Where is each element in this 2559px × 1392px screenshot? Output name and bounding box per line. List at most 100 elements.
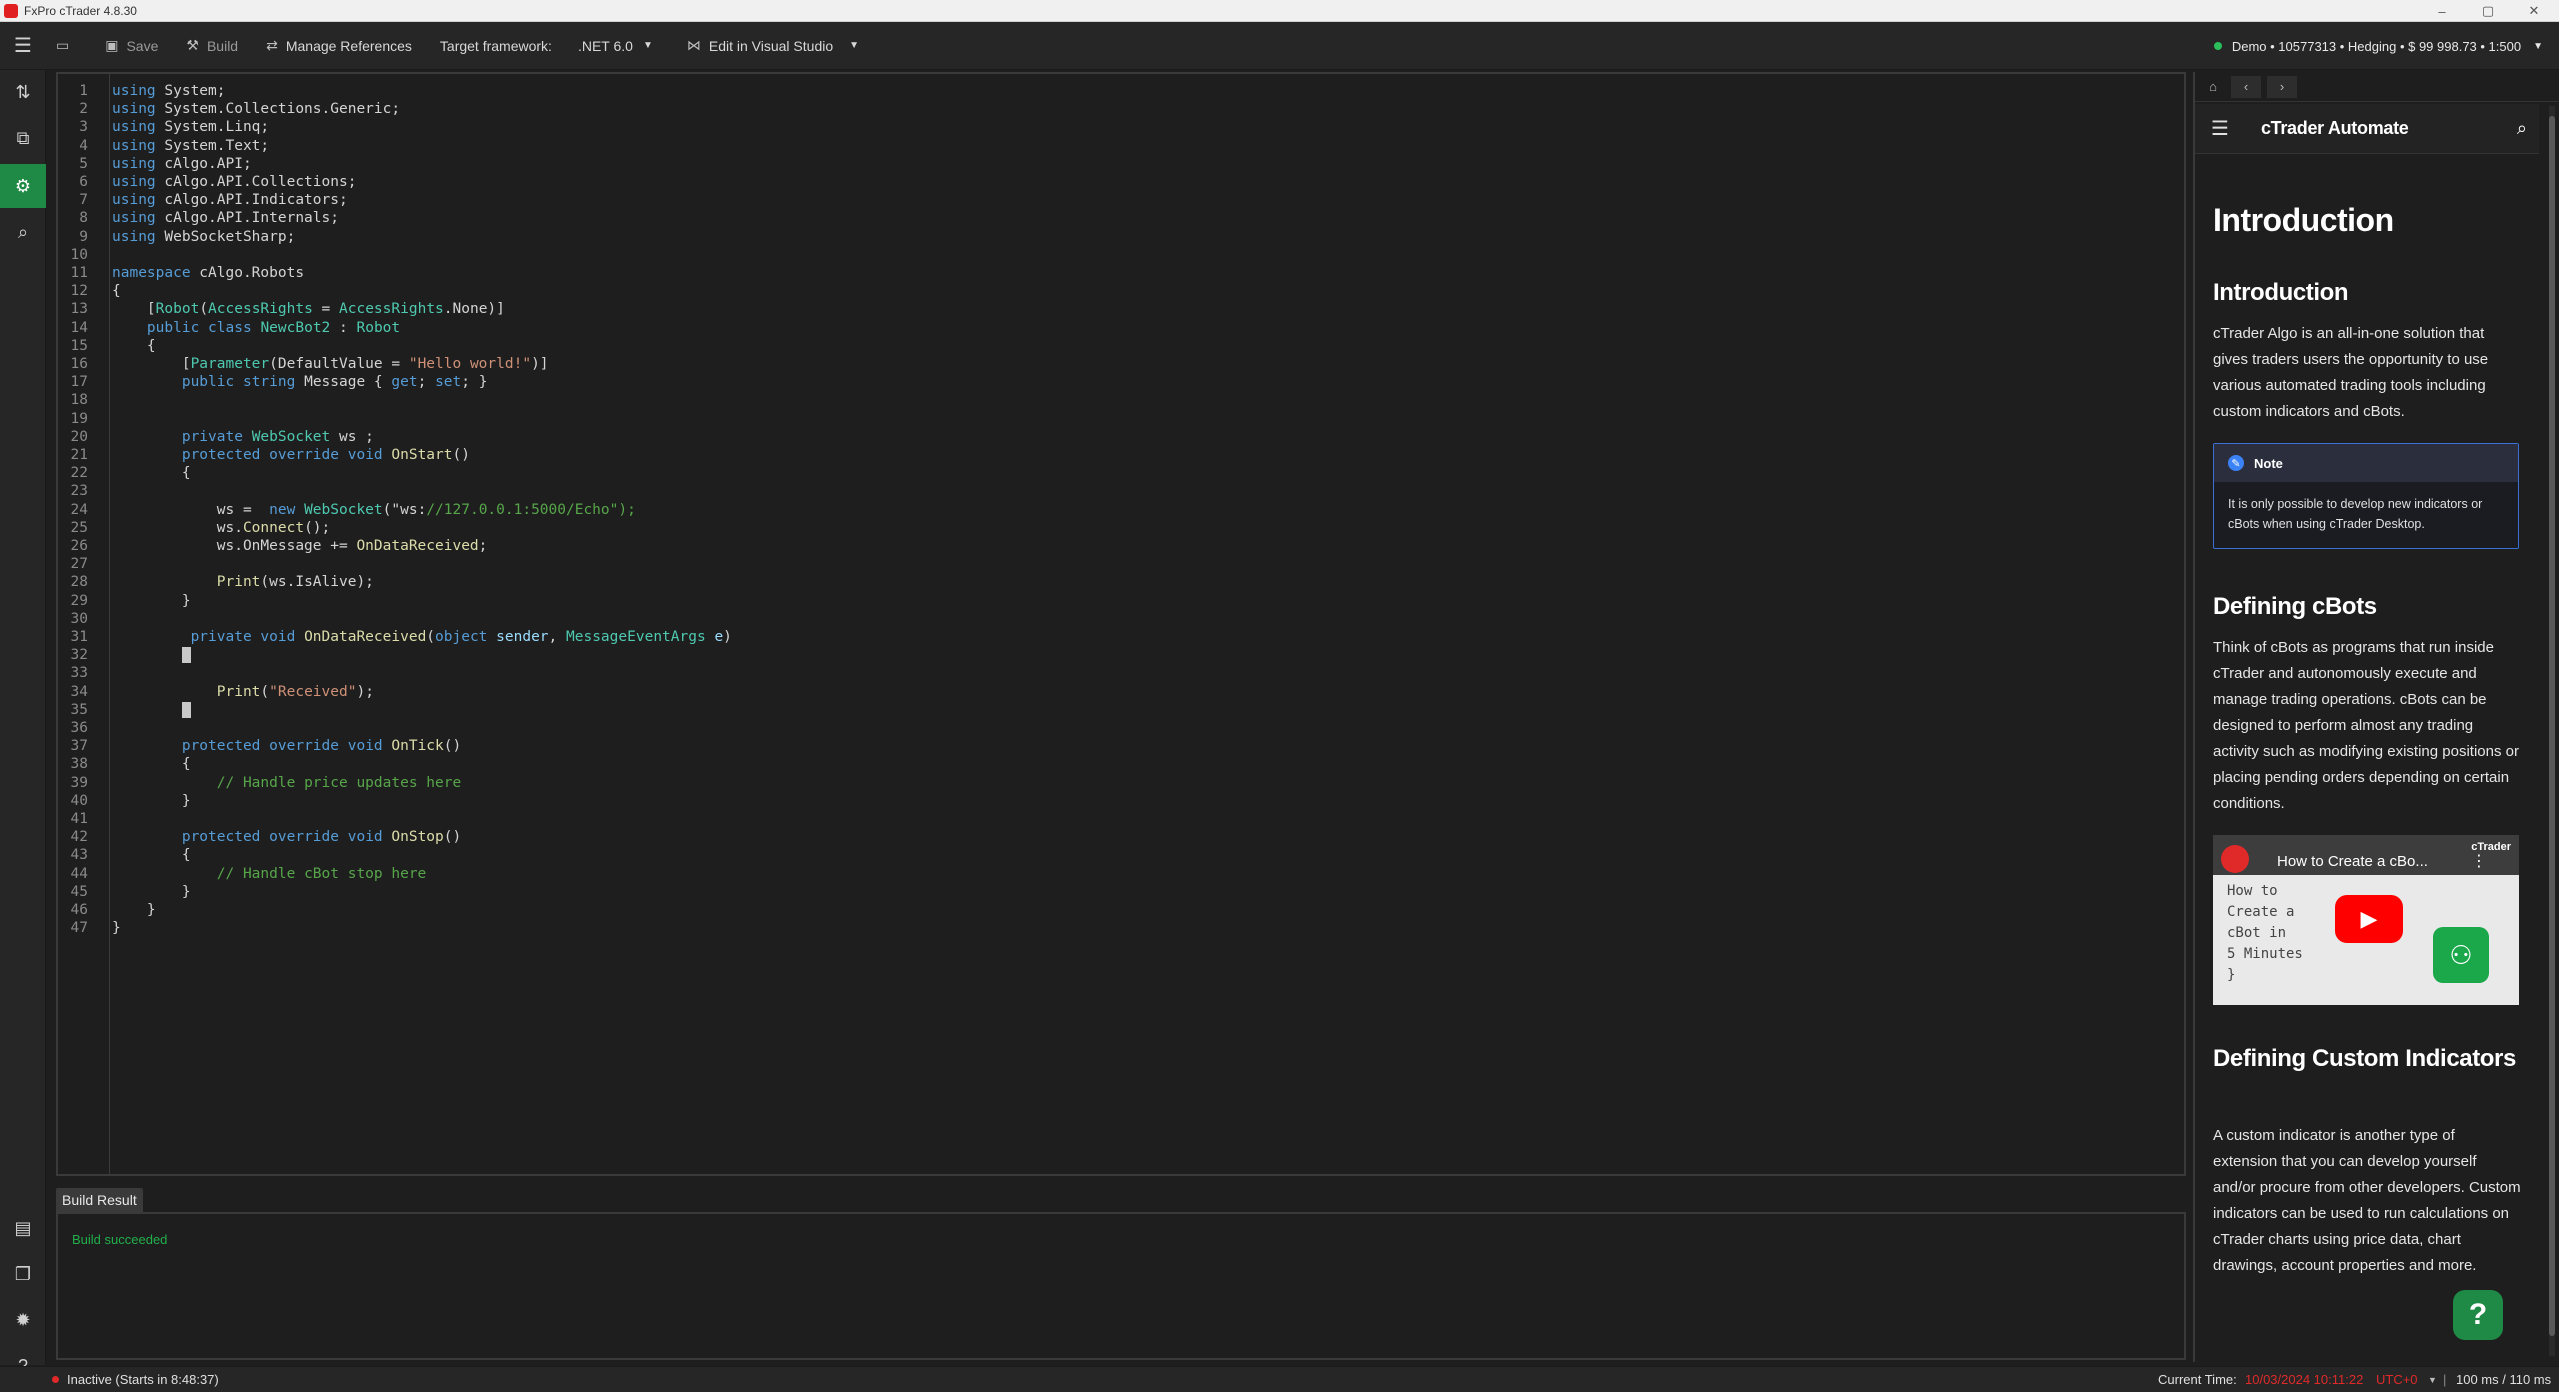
code-line[interactable]: 17 public string Message { get; set; } [58, 373, 488, 391]
code-line[interactable]: 22 { [58, 464, 191, 482]
manage-references-button[interactable]: ⇄ Manage References [266, 37, 412, 54]
build-status-message: Build succeeded [72, 1232, 168, 1247]
edit-in-visual-studio-button[interactable]: ⋈ Edit in Visual Studio ▼ [687, 37, 859, 54]
code-line[interactable]: 35 [58, 701, 191, 719]
copy-icon: ⧉ [16, 127, 30, 148]
code-line[interactable]: 19 [58, 410, 88, 428]
line-code: using System.Text; [112, 137, 270, 154]
code-line[interactable]: 38 { [58, 755, 191, 773]
code-line[interactable]: 1 using System; [58, 82, 225, 100]
code-line[interactable]: 31 private void OnDataReceived(object se… [58, 628, 732, 646]
section-text-custom-indicators: A custom indicator is another type of ex… [2213, 1127, 2521, 1274]
code-line[interactable]: 36 [58, 719, 88, 737]
code-line[interactable]: 23 [58, 482, 88, 500]
code-line[interactable]: 18 [58, 391, 88, 409]
code-line[interactable]: 11 namespace cAlgo.Robots [58, 264, 305, 282]
code-line[interactable]: 15 { [58, 337, 156, 355]
code-line[interactable]: 34 Print("Received"); [58, 683, 374, 701]
search-icon[interactable]: ⌕ [2517, 118, 2527, 139]
text-cursor [181, 647, 191, 664]
code-line[interactable]: 42 protected override void OnStop() [58, 828, 462, 846]
code-line[interactable]: 28 Print(ws.IsAlive); [58, 573, 374, 591]
back-button[interactable]: ‹ [2231, 75, 2261, 98]
code-line[interactable]: 9 using WebSocketSharp; [58, 228, 295, 246]
code-line[interactable]: 37 protected override void OnTick() [58, 737, 462, 755]
code-line[interactable]: 8 using cAlgo.API.Internals; [58, 209, 339, 227]
code-line[interactable]: 2 using System.Collections.Generic; [58, 100, 400, 118]
code-line[interactable]: 41 [58, 810, 88, 828]
build-button[interactable]: ⚒ Build [186, 37, 238, 54]
home-button[interactable]: ⌂ [2201, 76, 2225, 98]
code-line[interactable]: 13 [Robot(AccessRights = AccessRights.No… [58, 300, 505, 318]
code-line[interactable]: 7 using cAlgo.API.Indicators; [58, 191, 347, 209]
chevron-down-icon[interactable]: ▼ [849, 40, 859, 51]
code-line[interactable]: 32 [58, 646, 191, 664]
help-header-title: cTrader Automate [2260, 118, 2409, 138]
minimize-button[interactable]: – [2419, 0, 2465, 22]
sidebar-item-store[interactable]: ▤ [0, 1206, 46, 1250]
maximize-button[interactable]: ▢ [2465, 0, 2511, 22]
code-line[interactable]: 47} [58, 919, 121, 937]
help-chat-button[interactable]: ? [2453, 1290, 2503, 1340]
chevron-down-icon[interactable]: ▼ [2428, 1375, 2437, 1385]
toggle-panel-button[interactable]: ▭ [56, 37, 77, 54]
sidebar-item-analyze[interactable]: ⌕ [0, 210, 46, 254]
video-embed[interactable]: How to Create a cBo... ⋮ cTrader How to … [2213, 835, 2519, 1005]
code-line[interactable]: 5 using cAlgo.API; [58, 155, 251, 173]
analyze-icon: ⌕ [17, 221, 29, 242]
code-editor[interactable]: 1 using System; 2 using System.Collections.… [56, 72, 2186, 1176]
code-line[interactable]: 45 } [58, 883, 191, 901]
code-line[interactable]: 24 ws = new WebSocket("ws://127.0.0.1:50… [58, 501, 636, 519]
sidebar-item-automate[interactable]: ⚙ [0, 164, 46, 208]
tab-build-result[interactable]: Build Result [56, 1188, 143, 1212]
code-line[interactable]: 25 ws.Connect(); [58, 519, 331, 537]
forward-button[interactable]: › [2267, 75, 2297, 98]
sidebar-item-trade[interactable]: ⇅ [0, 70, 46, 114]
code-line[interactable]: 27 [58, 555, 88, 573]
code-line[interactable]: 3 using System.Linq; [58, 118, 269, 136]
account-selector[interactable]: Demo • 10577313 • Hedging • $ 99 998.73 … [2213, 22, 2543, 70]
text-cursor [181, 701, 191, 718]
code-line[interactable]: 10 [58, 246, 88, 264]
sidebar-item-windows[interactable]: ❐ [0, 1252, 46, 1296]
close-button[interactable]: ✕ [2511, 0, 2557, 22]
code-line[interactable]: 43 { [58, 846, 191, 864]
bot-status: Inactive (Starts in 8:48:37) [52, 1372, 219, 1387]
code-line[interactable]: 4 using System.Text; [58, 137, 269, 155]
play-icon[interactable]: ▶ [2335, 895, 2403, 943]
timezone-selector[interactable]: UTC+0 [2376, 1372, 2418, 1387]
help-scrollbar-thumb[interactable] [2549, 116, 2555, 1336]
code-line[interactable]: 44 // Handle cBot stop here [58, 865, 427, 883]
menu-toggle[interactable]: ☰ [0, 22, 46, 70]
target-framework-select[interactable]: .NET 6.0 ▼ [578, 38, 653, 54]
code-line[interactable]: 14 public class NewcBot2 : Robot [58, 319, 401, 337]
line-code: using cAlgo.API.Collections; [112, 174, 357, 190]
save-button[interactable]: ▣ Save [105, 37, 158, 54]
note-title: Note [2254, 455, 2283, 471]
current-time-value: 10/03/2024 10:11:22 [2245, 1372, 2364, 1387]
account-info: Demo • 10577313 • Hedging • $ 99 998.73 … [2231, 38, 2522, 54]
code-line[interactable]: 40 } [58, 792, 191, 810]
save-label: Save [126, 37, 159, 54]
code-line[interactable]: 6 using cAlgo.API.Collections; [58, 173, 356, 191]
code-line[interactable]: 26 ws.OnMessage += OnDataReceived; [58, 537, 488, 555]
code-line[interactable]: 33 [58, 664, 88, 682]
automate-icon: ⚙ [14, 175, 32, 196]
more-options-icon[interactable]: ⋮ [2471, 851, 2487, 871]
code-line[interactable]: 21 protected override void OnStart() [58, 446, 470, 464]
hamburger-icon[interactable]: ☰ [2211, 116, 2229, 141]
save-icon: ▣ [105, 37, 119, 53]
sidebar-item-settings[interactable]: ✹ [0, 1298, 46, 1342]
code-line[interactable]: 16 [Parameter(DefaultValue = "Hello worl… [58, 355, 549, 373]
code-line[interactable]: 29 } [58, 592, 191, 610]
code-line[interactable]: 46 } [58, 901, 156, 919]
sidebar-item-copy[interactable]: ⧉ [0, 116, 46, 160]
line-number: 26 [70, 538, 88, 554]
code-line[interactable]: 30 [58, 610, 88, 628]
line-number: 17 [70, 374, 88, 391]
help-header: ☰ cTrader Automate ⌕ [2195, 104, 2539, 154]
line-number: 42 [70, 829, 88, 846]
code-line[interactable]: 20 private WebSocket ws ; [58, 428, 374, 446]
code-line[interactable]: 12 { [58, 282, 121, 300]
code-line[interactable]: 39 // Handle price updates here [58, 774, 462, 792]
